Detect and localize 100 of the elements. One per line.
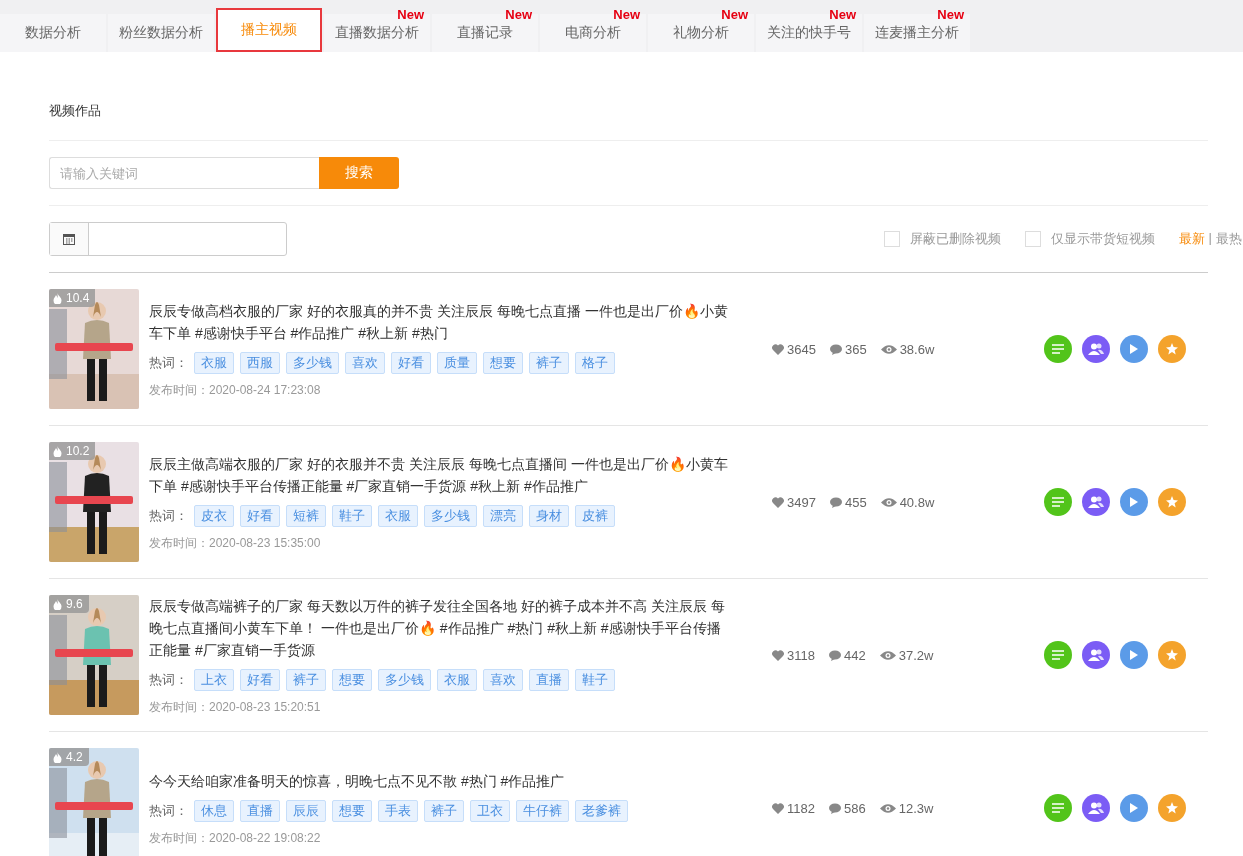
users-icon <box>1088 343 1104 355</box>
keyword-tag: 裤子 <box>424 799 464 822</box>
comment-icon <box>829 343 842 355</box>
eye-icon <box>879 649 896 661</box>
heart-icon <box>772 343 784 355</box>
heat-badge: 10.2 <box>49 442 96 460</box>
keyword-tag: 老爹裤 <box>575 799 628 822</box>
view-count: 38.6w <box>899 341 935 357</box>
checkbox[interactable] <box>1024 231 1041 247</box>
keyword-tag: 喜欢 <box>483 668 523 691</box>
play-icon <box>1130 497 1138 507</box>
eye-icon <box>880 496 897 508</box>
keyword-tag: 休息 <box>194 799 234 822</box>
checkbox-label: 屏蔽已删除视频 <box>909 230 1001 248</box>
keyword-tag: 多少钱 <box>286 351 339 374</box>
like-count: 3497 <box>787 494 816 510</box>
flame-icon <box>53 598 62 610</box>
heart-icon <box>772 802 784 814</box>
keyword-tag: 好看 <box>240 504 280 527</box>
play-button[interactable] <box>1120 641 1148 669</box>
keyword-tag: 鞋子 <box>575 668 615 691</box>
video-title[interactable]: 今今天给咱家准备明天的惊喜，明晚七点不见不散 #热门 #作品推广 <box>149 769 734 792</box>
keyword-tag: 想要 <box>483 351 523 374</box>
publish-time: 发布时间：2020-08-23 15:20:51 <box>149 698 322 716</box>
favorite-button[interactable] <box>1158 335 1186 363</box>
date-field[interactable] <box>49 222 287 256</box>
heat-badge: 4.2 <box>49 748 89 766</box>
keyword-tag: 鞋子 <box>332 504 372 527</box>
sort-separator: | <box>1208 230 1212 247</box>
keywords-label: 热词： <box>149 801 188 820</box>
list-icon <box>1052 803 1064 813</box>
keyword-tag: 想要 <box>332 799 372 822</box>
list-icon <box>1052 344 1064 354</box>
video-title[interactable]: 辰辰主做高端衣服的厂家 好的衣服并不贵 关注辰辰 每晚七点直播间 一件也是出厂价🔥小黄车下单 #感谢快手平台传播正能量 #厂家直销一手货源 #秋上新 #作品推广 <box>149 452 734 497</box>
video-title[interactable]: 辰辰专做高端裤子的厂家 每天数以万件的裤子发往全国各地 好的裤子成本并不高 关注辰辰 每晚七点直播间小黄车下单！ 一件也是出厂价🔥 #作品推广 #热门 #秋上新 #感谢快手平台传播正能量 #厂家直销一手货源 <box>149 594 734 661</box>
play-button[interactable] <box>1120 488 1148 516</box>
details-button[interactable] <box>1044 335 1072 363</box>
play-icon <box>1130 650 1138 660</box>
video-title[interactable]: 辰辰专做高档衣服的厂家 好的衣服真的并不贵 关注辰辰 每晚七点直播 一件也是出厂价🔥小黄车下单 #感谢快手平台 #作品推广 #秋上新 #热门 <box>149 299 734 344</box>
search-field[interactable]: 请输入关键词 <box>49 157 319 189</box>
flame-icon <box>53 751 62 763</box>
details-button[interactable] <box>1044 794 1072 822</box>
play-button[interactable] <box>1120 335 1148 363</box>
heat-badge: 9.6 <box>49 595 89 613</box>
sort-link[interactable]: 最热 <box>1216 230 1242 248</box>
checkbox-label: 仅显示带货短视频 <box>1050 230 1155 248</box>
keyword-tag: 喜欢 <box>345 351 385 374</box>
list-icon <box>1052 650 1064 660</box>
keyword-tag: 漂亮 <box>483 504 523 527</box>
star-icon <box>1166 496 1178 508</box>
details-button[interactable] <box>1044 488 1072 516</box>
keyword-tag: 辰辰 <box>286 799 326 822</box>
keyword-tag: 手表 <box>378 799 418 822</box>
keyword-tag: 裤子 <box>529 351 569 374</box>
comment-count: 365 <box>844 341 867 357</box>
comment-count: 586 <box>843 800 866 816</box>
comment-count: 455 <box>844 494 867 510</box>
heat-badge: 10.4 <box>49 289 96 307</box>
audience-button[interactable] <box>1082 335 1110 363</box>
keyword-tag: 直播 <box>529 668 569 691</box>
heart-icon <box>772 496 784 508</box>
favorite-button[interactable] <box>1158 641 1186 669</box>
keyword-tag: 多少钱 <box>424 504 477 527</box>
flame-icon <box>53 445 62 457</box>
keyword-tag: 衣服 <box>378 504 418 527</box>
star-icon <box>1166 802 1178 814</box>
keyword-tag: 想要 <box>332 668 372 691</box>
audience-button[interactable] <box>1082 488 1110 516</box>
details-button[interactable] <box>1044 641 1072 669</box>
play-icon <box>1130 344 1138 354</box>
keyword-tag: 身材 <box>529 504 569 527</box>
keywords-label: 热词： <box>149 353 188 372</box>
audience-button[interactable] <box>1082 794 1110 822</box>
like-count: 3645 <box>787 341 816 357</box>
favorite-button[interactable] <box>1158 488 1186 516</box>
checkbox[interactable] <box>883 231 900 247</box>
publish-time: 发布时间：2020-08-23 15:35:00 <box>149 534 322 552</box>
keyword-tag: 皮裤 <box>575 504 615 527</box>
star-icon <box>1166 343 1178 355</box>
keyword-tag: 牛仔裤 <box>516 799 569 822</box>
star-icon <box>1166 649 1178 661</box>
favorite-button[interactable] <box>1158 794 1186 822</box>
calendar-icon <box>63 233 75 245</box>
play-button[interactable] <box>1120 794 1148 822</box>
comment-icon <box>828 649 841 661</box>
section-title: 视频作品 <box>49 103 101 118</box>
tab[interactable]: 数据分析 <box>0 14 106 52</box>
play-icon <box>1130 803 1138 813</box>
users-icon <box>1088 649 1104 661</box>
audience-button[interactable] <box>1082 641 1110 669</box>
keyword-tag: 直播 <box>240 799 280 822</box>
keywords-label: 热词： <box>149 506 188 525</box>
eye-icon <box>880 343 897 355</box>
tab[interactable]: 粉丝数据分析 <box>108 14 214 52</box>
flame-icon <box>53 292 62 304</box>
keyword-tag: 格子 <box>575 351 615 374</box>
users-icon <box>1088 496 1104 508</box>
keyword-tag: 西服 <box>240 351 280 374</box>
heart-icon <box>772 649 784 661</box>
keyword-tag: 衣服 <box>194 351 234 374</box>
